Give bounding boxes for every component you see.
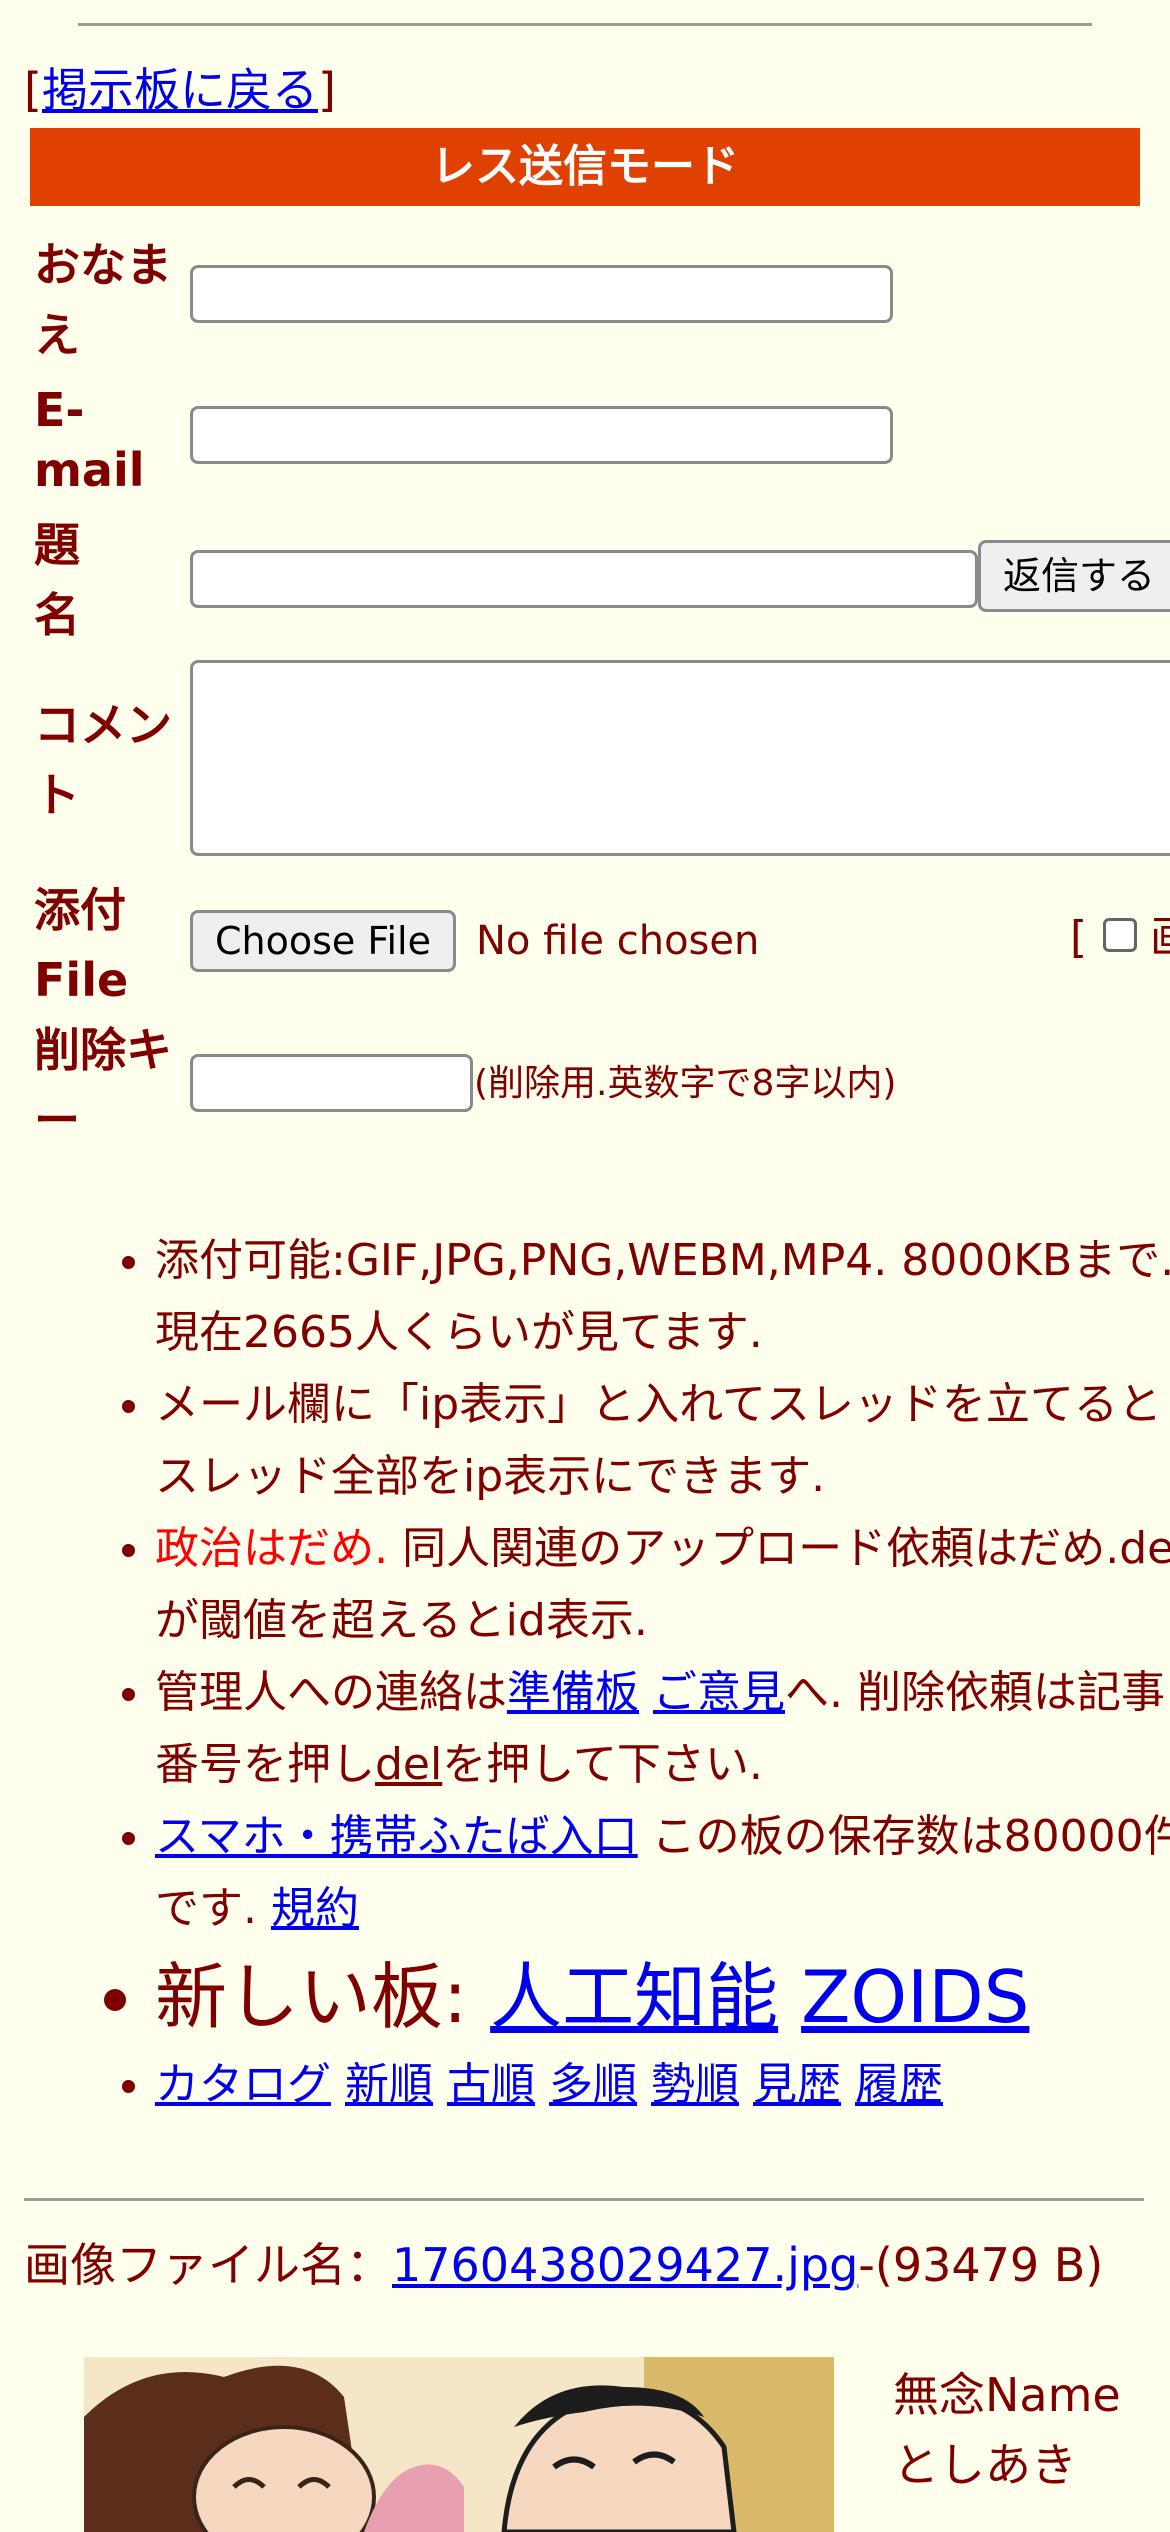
del-link[interactable]: del	[375, 1739, 442, 1790]
top-divider	[78, 23, 1092, 26]
rule-attach: 添付可能:GIF,JPG,PNG,WEBM,MP4. 8000KBまで. 現在2…	[155, 1225, 1170, 1369]
sort-momentum-link[interactable]: 勢順	[651, 2059, 739, 2110]
reply-submit-button[interactable]: 返信する	[978, 540, 1170, 612]
rule-mobile: スマホ・携帯ふたば入口 この板の保存数は80000件です. 規約	[155, 1801, 1170, 1945]
rule-contact: 管理人への連絡は準備板 ご意見へ. 削除依頼は記事番号を押しdelを押して下さい…	[155, 1657, 1170, 1801]
no-file-chosen-text: No file chosen	[476, 918, 760, 964]
bracket-close: ]	[317, 63, 336, 117]
sort-links-item: カタログ 新順 古順 多順 勢順 見歴 履歴	[155, 2049, 1170, 2121]
delete-key-note: (削除用.英数字で8字以内)	[474, 1063, 897, 1104]
rule-politics: 政治はだめ. 同人関連のアップロード依頼はだめ.delが閾値を超えるとid表示.	[155, 1513, 1170, 1657]
reply-mode-banner: レス送信モード	[30, 128, 1140, 206]
image-checkbox[interactable]	[1103, 918, 1137, 952]
name-label: おなまえ	[34, 238, 172, 362]
mobile-entry-link[interactable]: スマホ・携帯ふたば入口	[155, 1811, 638, 1862]
terms-link[interactable]: 規約	[271, 1883, 359, 1934]
image-file-info: 画像ファイル名：1760438029427.jpg-(93479 B)	[24, 2236, 1144, 2294]
bracket-open: [	[24, 63, 42, 117]
subject-input[interactable]	[190, 550, 978, 608]
delete-key-input[interactable]	[190, 1054, 473, 1112]
rule-contact-text-a: 管理人への連絡は	[155, 1667, 507, 1718]
feedback-link[interactable]: ご意見	[653, 1667, 785, 1718]
prep-board-link[interactable]: 準備板	[507, 1667, 639, 1718]
poster-subname: としあき	[893, 2438, 1077, 2492]
section-divider	[24, 2198, 1144, 2201]
rule-ip: メール欄に「ip表示」と入れてスレッドを立てるとスレッド全部をip表示にできます…	[155, 1369, 1170, 1513]
file-prefix: 画像ファイル名：	[24, 2238, 392, 2292]
sort-old-link[interactable]: 古順	[447, 2059, 535, 2110]
comment-textarea[interactable]	[190, 660, 1170, 856]
sort-many-link[interactable]: 多順	[549, 2059, 637, 2110]
new-board-zoids-link[interactable]: ZOIDS	[801, 1955, 1029, 2039]
poster-name: 無念Name	[893, 2368, 1121, 2422]
attach-label: 添付File	[34, 883, 129, 1007]
back-to-board-link[interactable]: 掲示板に戻る	[42, 63, 318, 117]
rule-attach-text: 添付可能:GIF,JPG,PNG,WEBM,MP4. 8000KBまで. 現在2…	[155, 1235, 1170, 1358]
view-history-link[interactable]: 見歴	[753, 2059, 841, 2110]
delete-key-label: 削除キー	[34, 1023, 172, 1147]
trailing-bracket: [	[1070, 912, 1088, 963]
rule-ip-text: メール欄に「ip表示」と入れてスレッドを立てるとスレッド全部をip表示にできます…	[155, 1379, 1162, 1502]
new-boards-item: 新しい板: 人工知能 ZOIDS	[155, 1945, 1170, 2049]
thumbnail-illustration	[84, 2357, 834, 2532]
poster-info: 無念Name としあき	[893, 2360, 1121, 2500]
back-link-container: [掲示板に戻る]	[24, 60, 336, 120]
rules-list: 添付可能:GIF,JPG,PNG,WEBM,MP4. 8000KBまで. 現在2…	[90, 1225, 1170, 2121]
name-input[interactable]	[190, 265, 893, 323]
new-boards-label: 新しい板:	[155, 1955, 491, 2039]
rule-politics-red: 政治はだめ.	[155, 1523, 389, 1574]
email-label: E-mail	[34, 383, 145, 497]
email-input[interactable]	[190, 406, 893, 464]
trailing-text: 画	[1150, 910, 1170, 966]
rule-contact-text-c: を押して下さい.	[442, 1739, 763, 1790]
history-link[interactable]: 履歴	[855, 2059, 943, 2110]
file-size: -(93479 B)	[858, 2238, 1104, 2292]
comment-label: コメント	[34, 698, 172, 822]
choose-file-button[interactable]: Choose File	[190, 910, 456, 972]
catalog-link[interactable]: カタログ	[155, 2059, 331, 2110]
new-board-ai-link[interactable]: 人工知能	[490, 1955, 778, 2039]
sort-new-link[interactable]: 新順	[345, 2059, 433, 2110]
image-file-link[interactable]: 1760438029427.jpg	[392, 2238, 858, 2292]
subject-label: 題名	[34, 518, 80, 642]
post-thumbnail-image[interactable]	[84, 2357, 834, 2532]
